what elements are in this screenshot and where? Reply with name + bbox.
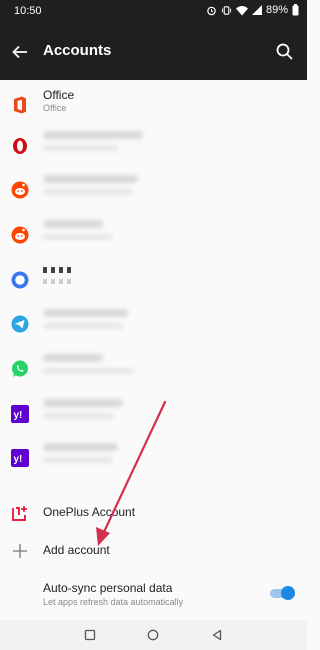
- yahoo-icon: y!: [10, 448, 30, 468]
- redacted-account-type: [43, 189, 133, 195]
- status-time: 10:50: [14, 5, 42, 17]
- telegram-icon: [10, 314, 30, 334]
- battery-icon: [292, 4, 299, 16]
- page-title: Accounts: [43, 42, 112, 59]
- status-bar: 10:50 89%: [0, 0, 307, 24]
- recents-button-icon[interactable]: [83, 628, 97, 642]
- svg-text:y!: y!: [14, 410, 23, 421]
- redacted-account-type: [43, 234, 113, 240]
- toggle-knob: [281, 586, 295, 600]
- auto-sync-setting[interactable]: Auto-sync personal data Let apps refresh…: [0, 576, 307, 616]
- add-account-button[interactable]: Add account: [0, 526, 307, 578]
- account-name: OnePlus Account: [43, 505, 136, 519]
- wifi-icon: [235, 5, 248, 16]
- redacted-account-name: [43, 354, 103, 362]
- account-row-yahoo-2[interactable]: y!: [0, 433, 307, 485]
- redacted-account-name: [43, 443, 118, 451]
- plus-icon: [10, 541, 30, 561]
- redacted-account-name: [43, 399, 123, 407]
- add-account-label: Add account: [43, 543, 110, 557]
- back-arrow-icon[interactable]: [10, 42, 30, 62]
- app-bar: Accounts: [0, 24, 307, 80]
- oneplus-icon: [10, 503, 30, 523]
- auto-sync-title: Auto-sync personal data: [43, 581, 173, 595]
- back-button-icon[interactable]: [210, 628, 224, 642]
- redacted-account-type: [43, 323, 123, 329]
- reddit-icon: [10, 225, 30, 245]
- account-type: Office: [43, 103, 67, 113]
- redacted-account-type: [43, 413, 113, 419]
- auto-sync-subtitle: Let apps refresh data automatically: [43, 597, 184, 607]
- redacted-account-type: [43, 457, 113, 463]
- auto-sync-toggle[interactable]: [270, 586, 295, 600]
- status-icons: 89%: [206, 4, 299, 16]
- redacted-account-name: [43, 220, 103, 228]
- redacted-account-name: [43, 175, 138, 183]
- office-icon: [10, 95, 30, 115]
- navigation-bar: [0, 620, 307, 650]
- account-name: Office: [43, 88, 75, 102]
- yahoo-icon: y!: [10, 404, 30, 424]
- svg-text:y!: y!: [14, 454, 23, 465]
- battery-percent: 89%: [265, 4, 288, 16]
- search-icon[interactable]: [275, 42, 295, 62]
- redacted-account-name: [43, 131, 143, 139]
- signal-icon: [10, 270, 30, 290]
- home-button-icon[interactable]: [146, 628, 160, 642]
- redacted-account-type: [43, 279, 71, 284]
- opera-icon: [10, 136, 30, 156]
- vibrate-icon: [221, 5, 232, 16]
- alarm-icon: [206, 5, 217, 16]
- redacted-account-type: [43, 368, 133, 374]
- signal-strength-icon: [251, 5, 262, 15]
- redacted-account-name: [43, 309, 128, 317]
- redacted-account-name: [43, 267, 73, 273]
- redacted-account-type: [43, 145, 118, 151]
- whatsapp-icon: [10, 359, 30, 379]
- reddit-icon: [10, 180, 30, 200]
